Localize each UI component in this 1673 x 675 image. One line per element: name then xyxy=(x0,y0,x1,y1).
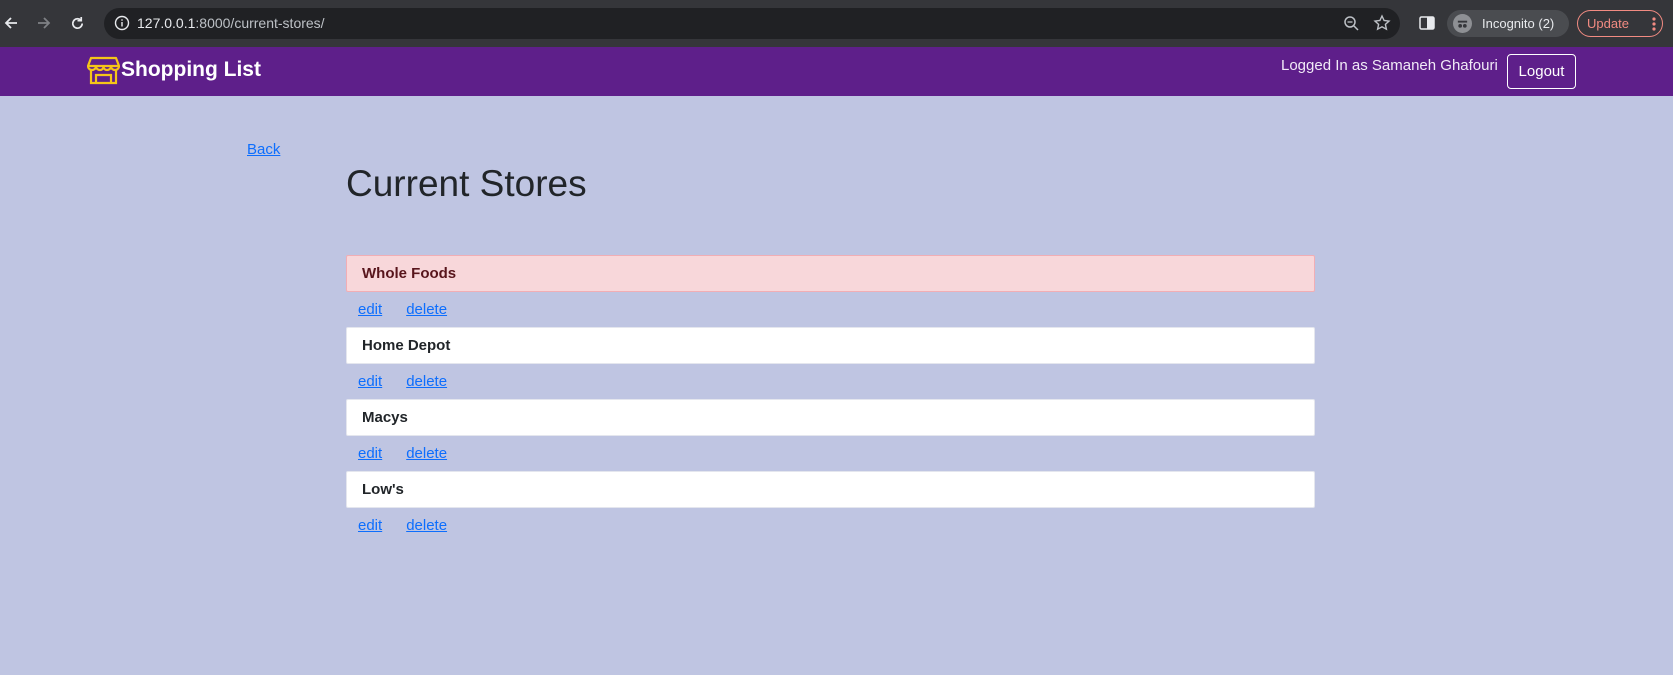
store-actions: edit delete xyxy=(346,436,1315,471)
logged-in-text: Logged In as Samaneh Ghafouri xyxy=(1281,57,1498,74)
store-actions: edit delete xyxy=(346,508,1315,543)
delete-link[interactable]: delete xyxy=(406,445,447,462)
store-card: Home Depot xyxy=(346,327,1315,364)
url-host: 127.0.0.1 xyxy=(137,15,196,31)
brand-title: Shopping List xyxy=(121,58,261,81)
store-actions: edit delete xyxy=(346,364,1315,399)
page-title: Current Stores xyxy=(346,163,587,204)
store-name: Whole Foods xyxy=(362,265,457,282)
bookmark-star-icon[interactable] xyxy=(1373,14,1391,32)
store-name: Macys xyxy=(362,409,408,426)
delete-link[interactable]: delete xyxy=(406,517,447,534)
store-card: Macys xyxy=(346,399,1315,436)
forward-arrow-icon[interactable] xyxy=(33,12,55,34)
more-menu-icon[interactable] xyxy=(1652,16,1656,32)
update-button[interactable]: Update xyxy=(1577,10,1663,37)
store-list: Whole Foods edit delete Home Depot edit … xyxy=(346,255,1315,543)
store-card: Low's xyxy=(346,471,1315,508)
incognito-indicator[interactable]: Incognito (2) xyxy=(1447,10,1569,37)
brand-link[interactable]: Shopping List xyxy=(86,54,261,86)
store-card: Whole Foods xyxy=(346,255,1315,292)
site-info-icon[interactable] xyxy=(114,15,130,31)
store-name: Low's xyxy=(362,481,404,498)
store-name: Home Depot xyxy=(362,337,451,354)
store-icon xyxy=(86,54,121,86)
browser-toolbar: 127.0.0.1:8000/current-stores/ Incognito… xyxy=(0,0,1673,47)
back-arrow-icon[interactable] xyxy=(0,12,22,34)
incognito-icon xyxy=(1453,14,1472,33)
store-actions: edit delete xyxy=(346,292,1315,327)
delete-link[interactable]: delete xyxy=(406,373,447,390)
edit-link[interactable]: edit xyxy=(358,301,382,318)
url-text: 127.0.0.1:8000/current-stores/ xyxy=(137,15,325,31)
url-path: :8000/current-stores/ xyxy=(195,15,325,31)
edit-link[interactable]: edit xyxy=(358,373,382,390)
zoom-icon[interactable] xyxy=(1343,15,1360,32)
side-panel-icon[interactable] xyxy=(1418,14,1436,32)
app-navbar: Shopping List Logged In as Samaneh Ghafo… xyxy=(0,47,1673,96)
back-link[interactable]: Back xyxy=(247,141,280,158)
logout-button[interactable]: Logout xyxy=(1507,54,1576,89)
incognito-label: Incognito (2) xyxy=(1482,16,1555,31)
address-bar[interactable]: 127.0.0.1:8000/current-stores/ xyxy=(104,8,1400,39)
delete-link[interactable]: delete xyxy=(406,301,447,318)
update-label: Update xyxy=(1587,16,1629,31)
edit-link[interactable]: edit xyxy=(358,517,382,534)
edit-link[interactable]: edit xyxy=(358,445,382,462)
reload-icon[interactable] xyxy=(66,12,88,34)
